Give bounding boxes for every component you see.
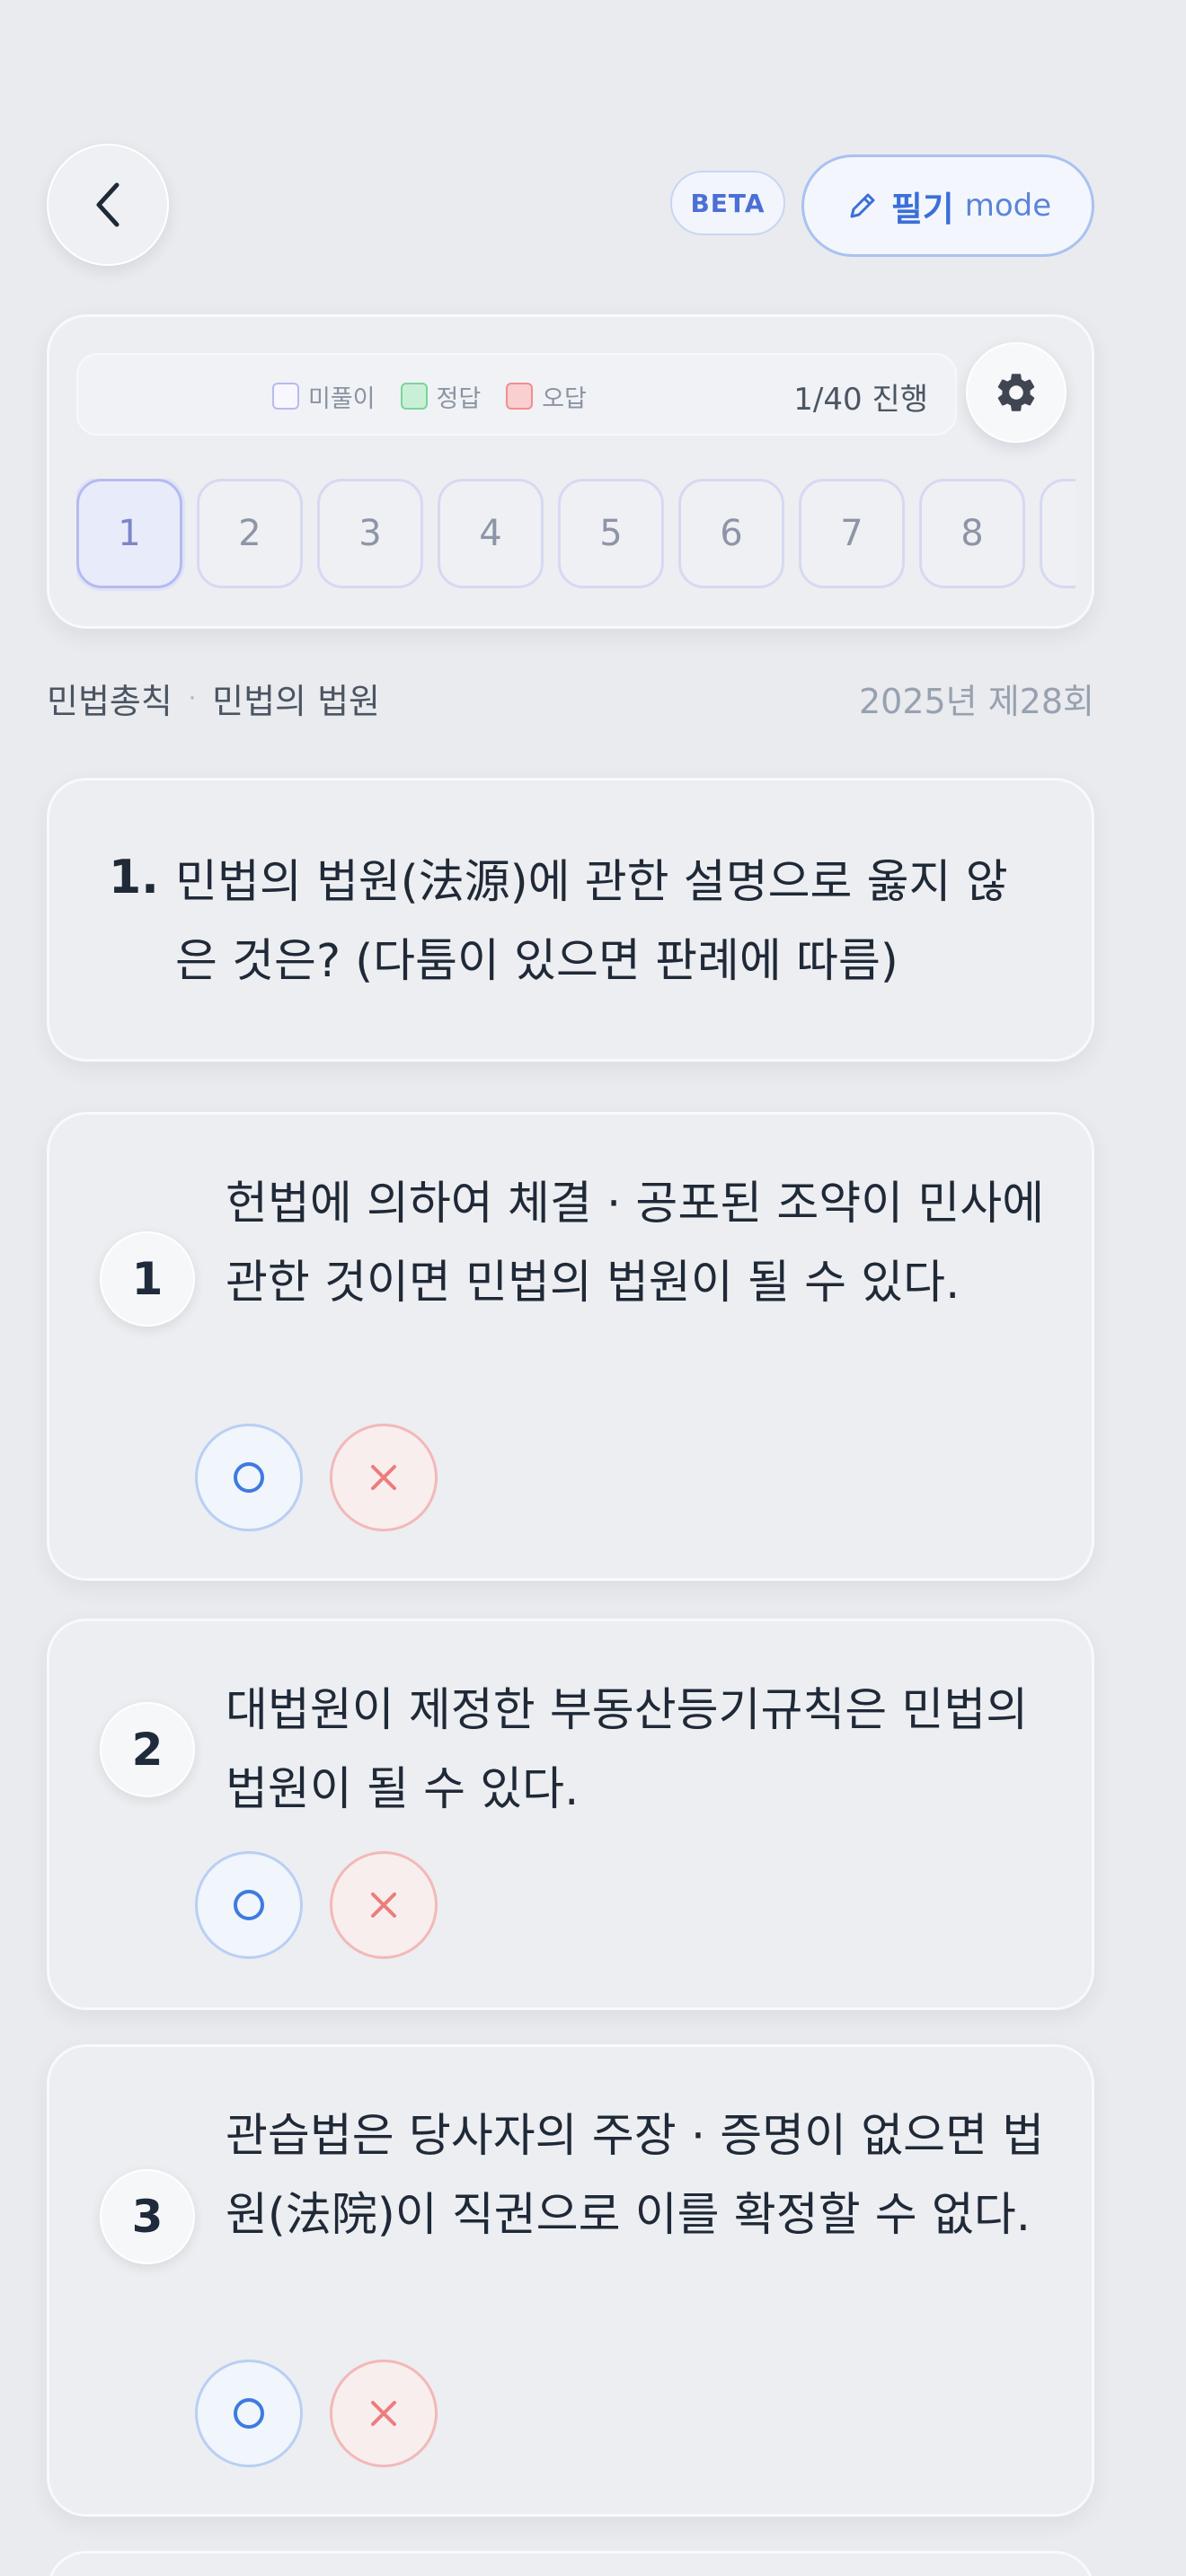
ox-buttons [195,1851,438,1959]
legend-label: 정답 [436,384,482,413]
question-button[interactable]: 2 [197,479,303,588]
progress-panel: 미풀이 정답 오답 1/40 진행 1 2 3 4 5 6 7 8 9 [47,314,1094,629]
question-button[interactable]: 6 [678,479,784,588]
mode-suffix: mode [964,188,1052,224]
choice-number: 2 [100,1702,195,1797]
legend-label: 오답 [542,384,587,413]
choice-card [47,2551,1094,2576]
legend-item-correct: 정답 [400,379,482,414]
wrong-swatch [506,383,534,410]
status-legend: 미풀이 정답 오답 [272,355,587,437]
legend-bar: 미풀이 정답 오답 1/40 진행 [76,353,957,436]
x-mark-icon [371,1892,396,1918]
choice-number: 3 [100,2169,195,2264]
choice-number: 1 [100,1231,195,1327]
question-button[interactable]: 8 [919,479,1025,588]
circle-o-icon [234,1890,264,1920]
choice-card: 1 헌법에 의하여 체결 · 공포된 조약이 민사에 관한 것이면 민법의 법원… [47,1112,1094,1581]
legend-label: 미풀이 [308,384,376,413]
question-button[interactable]: 3 [317,479,423,588]
circle-o-icon [234,1462,264,1493]
question-navigator: 1 2 3 4 5 6 7 8 9 [76,479,1075,595]
progress-status: 1/40 진행 [793,381,928,418]
question-button[interactable]: 1 [76,479,182,588]
breadcrumb-separator: · [188,684,197,712]
legend-item-unsolved: 미풀이 [272,379,376,414]
false-button[interactable] [330,1424,438,1531]
settings-button[interactable] [966,342,1067,443]
question-button[interactable]: 5 [558,479,664,588]
true-button[interactable] [195,1851,303,1959]
x-mark-icon [371,1465,396,1490]
choice-card: 2 대법원이 제정한 부동산등기규칙은 민법의 법원이 될 수 있다. [47,1619,1094,2010]
circle-o-icon [234,2398,264,2429]
mode-toggle-button[interactable]: 필기 mode [801,154,1094,257]
false-button[interactable] [330,1851,438,1959]
chevron-left-icon [96,182,119,227]
exam-label: 2025년 제28회 [858,682,1094,721]
unsolved-swatch [272,383,299,410]
x-mark-icon [371,2401,396,2426]
beta-badge: BETA [670,171,785,235]
choice-card: 3 관습법은 당사자의 주장 · 증명이 없으면 법원(法院)이 직권으로 이를… [47,2044,1094,2517]
question-number: 1. [109,851,159,904]
true-button[interactable] [195,1424,303,1531]
choice-text: 헌법에 의하여 체결 · 공포된 조약이 민사에 관한 것이면 민법의 법원이 … [226,1178,1045,1310]
legend-item-wrong: 오답 [506,379,587,414]
top-bar: BETA 필기 mode [47,144,1094,266]
choice-text: 대법원이 제정한 부동산등기규칙은 민법의 법원이 될 수 있다. [226,1684,1029,1816]
topic-label: 민법의 법원 [212,682,380,721]
pencil-icon [845,188,881,224]
question-text: 민법의 법원(法源)에 관한 설명으로 옳지 않은 것은? (다툼이 있으면 판… [175,856,1008,988]
ox-buttons [195,1424,438,1531]
choice-text: 관습법은 당사자의 주장 · 증명이 없으면 법원(法院)이 직권으로 이를 확… [226,2110,1045,2242]
question-button[interactable]: 9 [1040,479,1075,588]
question-button[interactable]: 4 [438,479,544,588]
mode-label: 필기 [890,189,954,229]
question-card: 1. 민법의 법원(法源)에 관한 설명으로 옳지 않은 것은? (다툼이 있으… [47,778,1094,1062]
back-button[interactable] [47,144,169,266]
gear-icon [997,374,1035,411]
question-meta: 민법총칙 · 민법의 법원 2025년 제28회 [47,674,1094,728]
question-button[interactable]: 7 [799,479,905,588]
true-button[interactable] [195,2360,303,2467]
correct-swatch [400,383,428,410]
breadcrumb: 민법총칙 · 민법의 법원 [47,674,380,723]
ox-buttons [195,2360,438,2467]
false-button[interactable] [330,2360,438,2467]
subject-label: 민법총칙 [47,682,173,721]
